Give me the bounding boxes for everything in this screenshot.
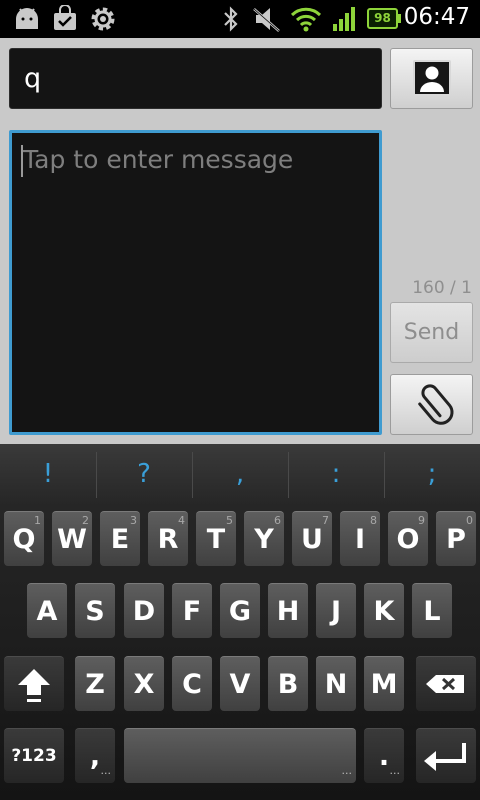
key-a[interactable]: A [27,583,67,638]
backspace-icon [426,675,464,693]
key-d[interactable]: D [124,583,164,638]
message-input[interactable]: Tap to enter message [9,130,382,435]
key-number-hint: 4 [178,514,185,527]
key-number-hint: 5 [226,514,233,527]
period-key[interactable]: .... [364,728,404,783]
backspace-key[interactable] [416,656,476,711]
symbols-key[interactable]: ?123 [4,728,64,783]
key-b[interactable]: B [268,656,308,711]
bluetooth-icon [224,6,238,32]
key-ellipsis: ... [389,764,401,777]
key-s[interactable]: S [75,583,115,638]
key-number-hint: 1 [34,514,41,527]
key-number-hint: 9 [418,514,425,527]
attach-button[interactable] [390,374,473,435]
key-k[interactable]: K [364,583,404,638]
key-g[interactable]: G [220,583,260,638]
key-i[interactable]: I8 [340,511,380,566]
android-debug-icon [16,8,38,29]
key-number-hint: 3 [130,514,137,527]
key-x[interactable]: X [124,656,164,711]
market-download-icon [54,5,76,30]
key-j[interactable]: J [316,583,356,638]
send-button[interactable]: Send [390,302,473,363]
mute-icon [253,8,280,32]
paperclip-icon [418,384,454,425]
key-t[interactable]: T5 [196,511,236,566]
key-number-hint: 6 [274,514,281,527]
key-number-hint: 0 [466,514,473,527]
message-placeholder: Tap to enter message [23,145,294,174]
status-bar: 98 06:47 [0,0,480,38]
key-p[interactable]: P0 [436,511,476,566]
shift-key[interactable] [4,656,64,711]
key-c[interactable]: C [172,656,212,711]
space-key[interactable]: ... [124,728,356,783]
key-number-hint: 7 [322,514,329,527]
key-l[interactable]: L [412,583,452,638]
key-n[interactable]: N [316,656,356,711]
key-number-hint: 8 [370,514,377,527]
battery-icon: 98 [367,8,398,29]
key-z[interactable]: Z [75,656,115,711]
key-h[interactable]: H [268,583,308,638]
key-v[interactable]: V [220,656,260,711]
key-ellipsis: ... [100,764,112,777]
key-number-hint: 2 [82,514,89,527]
key-r[interactable]: R4 [148,511,188,566]
shift-icon [18,669,50,702]
status-time: 06:47 [403,4,470,30]
key-ellipsis: ... [341,764,353,777]
enter-icon [424,743,466,771]
settings-gear-icon [91,7,115,31]
character-counter: 160 / 1 [412,278,472,298]
contact-icon [413,60,451,96]
enter-key[interactable] [416,728,476,783]
soft-keyboard: ! ? , : ; Q1 W2 E3 R4 T5 Y6 U7 I8 O9 P0 … [0,444,480,800]
key-w[interactable]: W2 [52,511,92,566]
key-y[interactable]: Y6 [244,511,284,566]
contact-picker-button[interactable] [390,48,473,109]
comma-key[interactable]: ,... [75,728,115,783]
recipient-input[interactable]: q [9,48,382,109]
key-e[interactable]: E3 [100,511,140,566]
key-q[interactable]: Q1 [4,511,44,566]
battery-cap [398,14,401,23]
compose-area: q Tap to enter message 160 / 1 Send [0,38,480,444]
signal-icon [333,7,355,31]
key-f[interactable]: F [172,583,212,638]
wifi-icon [290,7,322,32]
key-u[interactable]: U7 [292,511,332,566]
suggestion-bar: ! ? , : ; [0,444,480,506]
key-o[interactable]: O9 [388,511,428,566]
key-m[interactable]: M [364,656,404,711]
